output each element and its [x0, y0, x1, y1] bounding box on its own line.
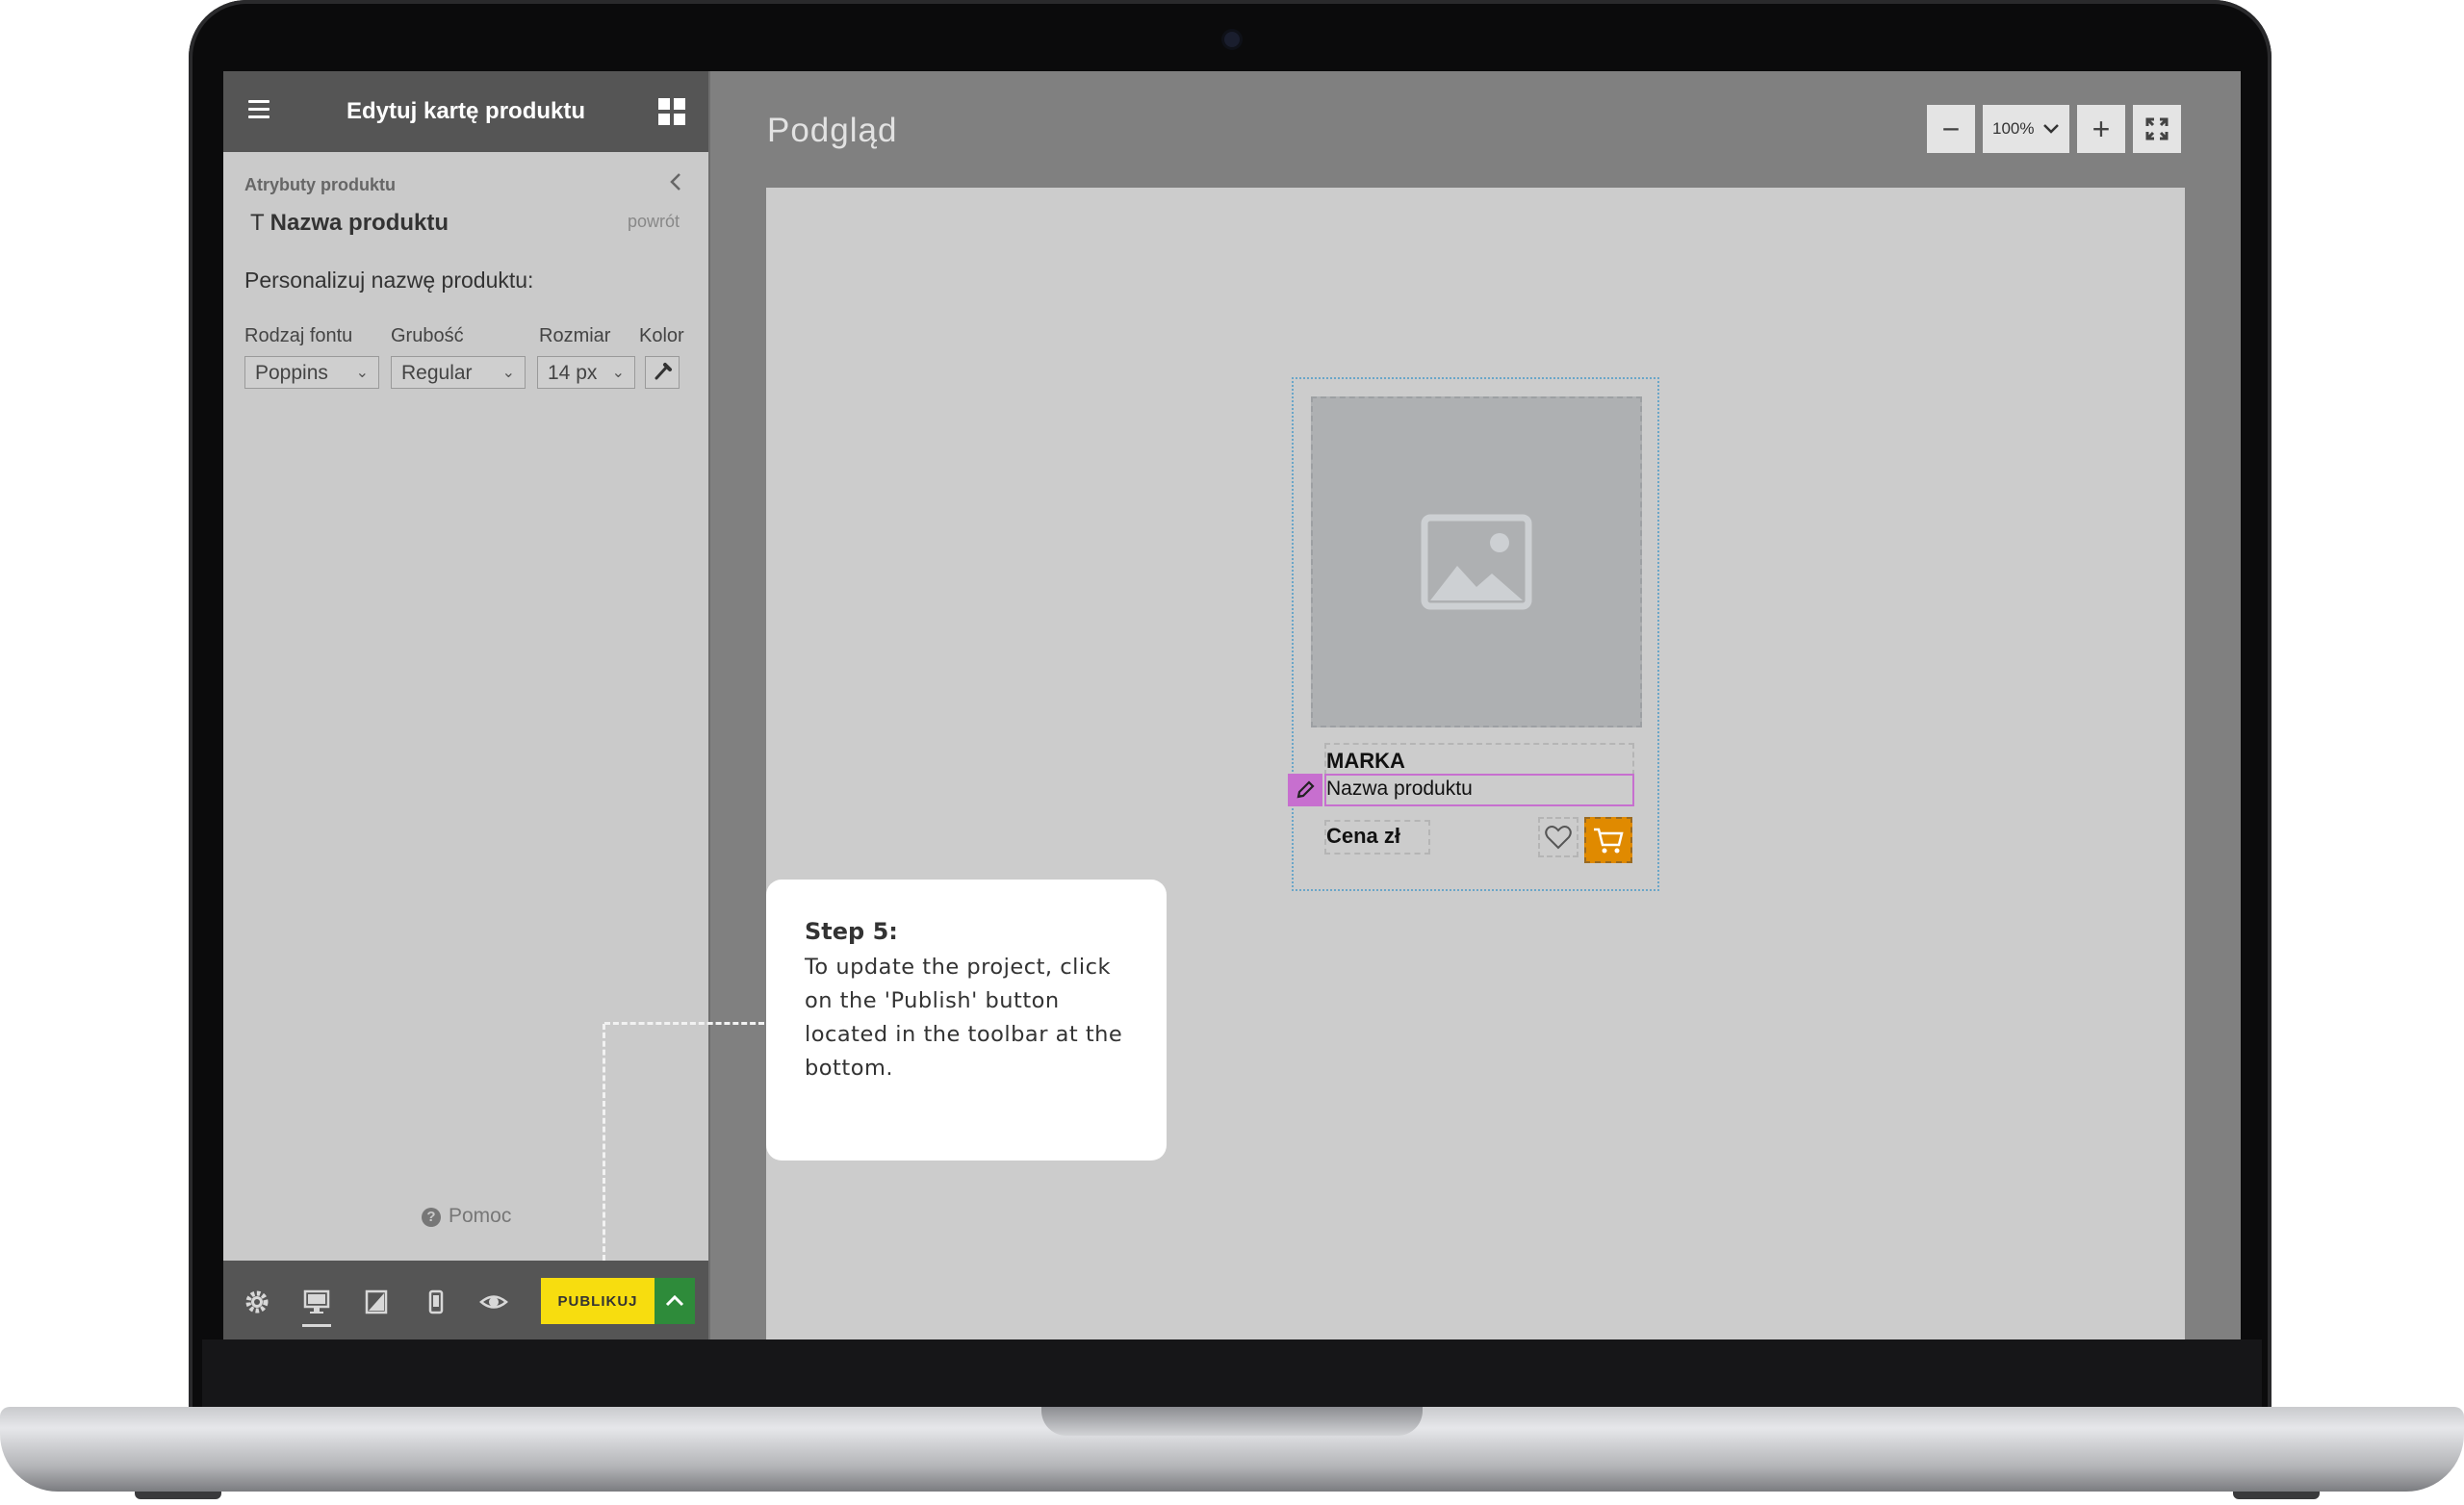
- panel-header: Edytuj kartę produktu: [223, 71, 708, 152]
- chevron-down-icon: ⌄: [501, 365, 515, 381]
- camera: [1224, 32, 1240, 47]
- add-to-cart-button[interactable]: [1584, 817, 1632, 863]
- zoom-in-icon: +: [2092, 112, 2111, 146]
- zoom-in-button[interactable]: +: [2077, 105, 2125, 153]
- wishlist-button[interactable]: [1538, 817, 1578, 857]
- fullscreen-button[interactable]: [2133, 105, 2181, 153]
- font-select[interactable]: Poppins ⌄: [244, 356, 379, 389]
- expand-toolbar-button[interactable]: [654, 1278, 695, 1324]
- chevron-down-icon: ⌄: [355, 365, 369, 381]
- image-placeholder-icon: [1421, 514, 1532, 610]
- help-label: Pomoc: [449, 1205, 512, 1227]
- editor-panel: Edytuj kartę produktu Atrybuty produktu …: [223, 71, 708, 1339]
- product-name: Nazwa produktu: [1326, 778, 1473, 800]
- chevron-down-icon: [2042, 105, 2060, 171]
- text-icon: T: [250, 210, 265, 236]
- zoom-value: 100%: [1992, 119, 2035, 138]
- tablet-icon[interactable]: [362, 1288, 391, 1316]
- size-label: Rozmiar: [539, 325, 611, 346]
- connector-line-horizontal: [604, 1022, 764, 1025]
- product-image-placeholder[interactable]: [1311, 396, 1642, 727]
- font-label: Rodzaj fontu: [244, 325, 353, 346]
- section-label: Personalizuj nazwę produktu:: [244, 268, 534, 293]
- connector-line-vertical: [603, 1024, 605, 1261]
- zoom-select[interactable]: 100%: [1983, 105, 2069, 153]
- font-select-value: Poppins: [255, 362, 328, 384]
- tutorial-tooltip: Step 5: To update the project, click on …: [766, 880, 1167, 1161]
- zoom-out-button[interactable]: −: [1927, 105, 1975, 153]
- settings-icon[interactable]: [243, 1288, 271, 1316]
- tooltip-heading: Step 5:: [805, 918, 898, 945]
- size-select-value: 14 px: [548, 362, 598, 384]
- weight-select[interactable]: Regular ⌄: [391, 356, 526, 389]
- back-link[interactable]: powrót: [628, 212, 680, 232]
- pencil-icon: [1296, 780, 1315, 799]
- product-price: Cena zł: [1326, 824, 1401, 848]
- color-label: Kolor: [639, 325, 684, 346]
- chevron-up-icon: [665, 1294, 684, 1307]
- attribute-title: T Nazwa produktu: [250, 210, 449, 237]
- attribute-name: Nazwa produktu: [270, 210, 449, 236]
- desktop-icon[interactable]: [302, 1288, 331, 1327]
- heart-icon: [1545, 826, 1572, 850]
- chevron-left-icon[interactable]: [666, 171, 687, 192]
- preview-canvas: MARKA Nazwa produktu Cena zł: [766, 188, 2185, 1339]
- size-select[interactable]: 14 px ⌄: [537, 356, 635, 389]
- laptop-notch: [1041, 1407, 1423, 1436]
- product-card[interactable]: MARKA Nazwa produktu Cena zł: [1288, 377, 1659, 891]
- cart-icon: [1594, 828, 1624, 854]
- tooltip-body: To update the project, click on the 'Pub…: [805, 955, 1123, 1081]
- eyedropper-icon: [654, 363, 672, 380]
- eye-icon[interactable]: [479, 1288, 508, 1316]
- mobile-icon[interactable]: [422, 1288, 450, 1316]
- panel-divider: [708, 71, 710, 1339]
- preview-title: Podgląd: [767, 112, 898, 149]
- laptop-foot-right: [2233, 1492, 2320, 1499]
- color-picker-button[interactable]: [645, 356, 680, 389]
- help-icon: ?: [422, 1208, 441, 1227]
- fullscreen-icon: [2145, 117, 2169, 140]
- bottom-toolbar: PUBLIKUJ: [223, 1261, 708, 1339]
- laptop-bottom-bezel: [202, 1339, 2262, 1409]
- breadcrumb[interactable]: Atrybuty produktu: [244, 175, 396, 195]
- weight-select-value: Regular: [401, 362, 473, 384]
- publish-button[interactable]: PUBLIKUJ: [541, 1278, 654, 1324]
- zoom-out-icon: −: [1941, 112, 1961, 146]
- screen: Edytuj kartę produktu Atrybuty produktu …: [223, 71, 2241, 1339]
- help-link[interactable]: ? Pomoc: [422, 1205, 511, 1228]
- weight-label: Grubość: [391, 325, 464, 346]
- edit-tag[interactable]: [1288, 774, 1322, 806]
- laptop-foot-left: [135, 1492, 221, 1499]
- grid-icon[interactable]: [658, 98, 685, 125]
- product-brand: MARKA: [1326, 749, 1405, 773]
- panel-title: Edytuj kartę produktu: [346, 98, 586, 124]
- chevron-down-icon: ⌄: [611, 365, 625, 381]
